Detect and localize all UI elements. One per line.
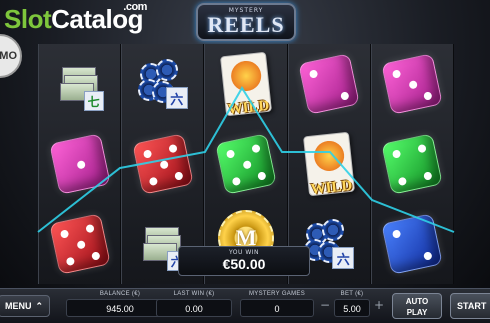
poker-chips-icon: 六 (304, 219, 355, 269)
symbol-green-die (372, 124, 453, 204)
watermark-part1: Slot (4, 4, 52, 34)
reel-5 (370, 44, 455, 284)
wild-label: WILD (310, 177, 354, 199)
menu-button[interactable]: MENU ⌃ (0, 295, 50, 317)
symbol-red-die (122, 124, 203, 204)
symbol-wild: WILD (289, 124, 370, 204)
pink-die-icon (298, 53, 361, 115)
last-win-field: LAST WIN (€) 0.00 (156, 291, 232, 317)
last-win-label: LAST WIN (€) (173, 291, 215, 297)
bet-label: BET (€) (340, 291, 364, 297)
bet-increase-button[interactable]: + (372, 295, 386, 315)
symbol-pink-die (372, 44, 453, 124)
chevron-up-icon: ⌃ (35, 300, 44, 311)
win-panel: YOU WIN €50.00 (178, 246, 310, 276)
bet-value: 5.00 (334, 299, 370, 317)
cash-stack-icon: 六 (142, 223, 187, 271)
symbol-pink-die (289, 44, 370, 124)
cash-stack-icon: 七 (59, 63, 104, 111)
bet-field: BET (€) 5.00 (334, 291, 370, 317)
symbol-cash-six: 七 (39, 44, 120, 124)
logo-title: REELS (207, 12, 285, 37)
win-label: YOU WIN (228, 249, 260, 256)
symbol-red-die (39, 204, 120, 284)
symbol-pink-die (39, 124, 120, 204)
watermark-suffix: .com (123, 1, 147, 13)
red-die-icon (48, 213, 111, 275)
dragon-icon (312, 139, 346, 173)
slotcatalog-watermark: SlotCatalog .com (4, 2, 147, 34)
poker-chips-icon: 六 (137, 59, 188, 109)
green-die-icon (381, 133, 444, 195)
mystery-games-field: MYSTERY GAMES 0 (240, 291, 314, 317)
red-die-icon (131, 133, 194, 195)
last-win-value: 0.00 (156, 299, 232, 317)
dragon-icon (229, 59, 263, 93)
mystery-reels-logo: MYSTERY REELS (196, 3, 296, 41)
mystery-games-value: 0 (240, 299, 314, 317)
wild-label: WILD (226, 97, 271, 119)
green-die-icon (215, 133, 277, 195)
symbol-chips-six: 六 (122, 44, 203, 124)
symbol-blue-die (372, 204, 453, 284)
mahjong-tile-six: 六 (332, 247, 355, 269)
mahjong-tile-seven: 七 (83, 91, 104, 111)
symbol-green-die (205, 124, 286, 204)
autoplay-button[interactable]: AUTO PLAY (392, 293, 442, 319)
bet-decrease-button[interactable]: − (318, 295, 332, 315)
autoplay-label-line2: PLAY (406, 308, 428, 317)
mystery-games-label: MYSTERY GAMES (248, 291, 306, 297)
pink-die-icon (381, 53, 444, 115)
menu-label: MENU (4, 301, 32, 311)
pink-die-icon (48, 133, 111, 195)
mahjong-tile-six: 六 (165, 87, 188, 109)
blue-die-icon (381, 213, 444, 275)
win-amount: €50.00 (222, 256, 266, 272)
wild-card-icon: WILD (303, 131, 356, 199)
symbol-wild: WILD (205, 44, 286, 124)
control-bar: MENU ⌃ BALANCE (€) 945.00 LAST WIN (€) 0… (0, 288, 490, 323)
start-button[interactable]: START (450, 293, 490, 319)
autoplay-label-line1: AUTO (405, 297, 429, 306)
wild-card-icon: WILD (219, 51, 273, 119)
reel-1: 七 (38, 44, 122, 284)
